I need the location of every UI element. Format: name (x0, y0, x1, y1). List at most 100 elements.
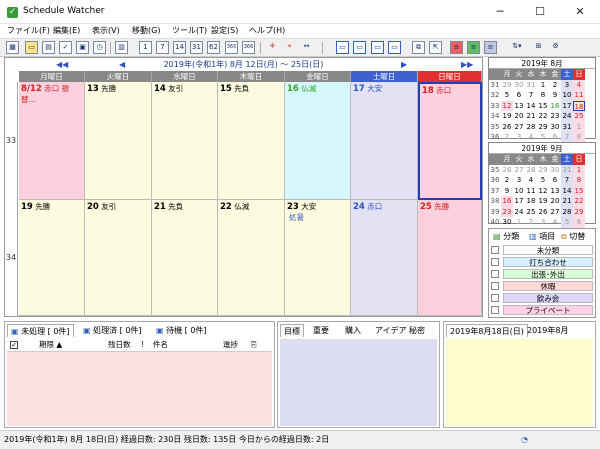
mini-day[interactable]: 31 (525, 80, 537, 91)
gear-icon[interactable]: ⚙ (549, 41, 562, 54)
mini-day[interactable]: 29 (537, 122, 549, 133)
column-deadline[interactable]: 期限 ▲ (39, 339, 62, 351)
mini-day[interactable]: 28 (525, 122, 537, 133)
mini-day[interactable]: 24 (513, 207, 525, 218)
day-cell-0820[interactable]: 20 友引 (85, 200, 152, 316)
day-cell-0813[interactable]: 13 先勝 (85, 82, 152, 200)
mini-day[interactable]: 29 (537, 165, 549, 176)
mini-day[interactable]: 19 (537, 196, 549, 207)
twoweek-14-icon[interactable]: 14 (173, 41, 186, 54)
tab-category[interactable]: ▤ 分類 (493, 231, 519, 242)
day-cell-0819[interactable]: 19 先勝 (19, 200, 85, 316)
day-cell-0816[interactable]: 16 仏滅 (285, 82, 351, 200)
category-item[interactable]: 出張･外出 (491, 269, 593, 279)
mini-day[interactable]: 10 (513, 186, 525, 197)
mini-day[interactable]: 4 (573, 79, 585, 90)
mini-day[interactable]: 18 (525, 196, 537, 207)
maximize-button[interactable]: ☐ (520, 0, 560, 24)
tab-purchase[interactable]: 購入 (342, 324, 364, 337)
category-item[interactable]: 打ち合わせ (491, 257, 593, 267)
category-checkbox[interactable] (491, 258, 499, 266)
mini-day[interactable]: 3 (561, 79, 573, 90)
mini-day[interactable]: 27 (513, 122, 525, 133)
tab-todo-done[interactable]: ▣ 処理済 [ 0件] (80, 324, 145, 337)
mini-day[interactable]: 9 (549, 90, 561, 101)
tab-important[interactable]: 重要 (310, 324, 332, 337)
tab-month-note[interactable]: 2019年8月 (524, 324, 571, 337)
menu-help[interactable]: ヘルプ(H) (249, 25, 285, 36)
mini-day[interactable]: 26 (501, 165, 513, 176)
tab-secret[interactable]: 秘密 (406, 324, 428, 337)
layout2-icon[interactable]: ▭ (353, 41, 366, 54)
menu-tools[interactable]: ツール(T) (172, 25, 207, 36)
mini-day[interactable]: 6 (573, 217, 585, 228)
tab-item[interactable]: ▥ 項目 (529, 231, 555, 242)
folder-icon[interactable]: ▭ (25, 41, 38, 54)
prev-page-icon[interactable]: ◀◀ (56, 58, 68, 71)
mini-day[interactable]: 12 (537, 186, 549, 197)
category-item[interactable]: プライベート (491, 305, 593, 315)
category-checkbox[interactable] (491, 306, 499, 314)
tab-idea[interactable]: アイデア (372, 324, 410, 337)
day-note-text-area[interactable] (446, 339, 593, 426)
mini-day[interactable]: 6 (549, 175, 561, 186)
mini-calendar-title[interactable]: 2019年 9月 (489, 143, 595, 154)
mini-day[interactable]: 15 (537, 101, 549, 112)
mini-day[interactable]: 2 (525, 217, 537, 228)
mini-day[interactable]: 11 (573, 90, 585, 101)
mini-day[interactable]: 20 (513, 111, 525, 122)
config-icon[interactable]: ⊞ (532, 41, 545, 54)
category-item[interactable]: 未分類 (491, 245, 593, 255)
mini-day[interactable]: 28 (561, 206, 573, 217)
check-icon[interactable]: ✓ (59, 41, 72, 54)
grid-icon[interactable]: ▦ (6, 41, 19, 54)
todo-list[interactable] (7, 352, 272, 426)
column-subject[interactable]: 件名 (153, 339, 168, 351)
mini-day[interactable]: 27 (549, 207, 561, 218)
mini-day[interactable]: 29 (501, 80, 513, 91)
mini-day[interactable]: 5 (501, 90, 513, 101)
mini-day[interactable]: 4 (525, 132, 537, 143)
menu-file[interactable]: ファイル(F) (7, 25, 50, 36)
mini-day[interactable]: 12 (501, 100, 513, 111)
tab-todo-pending[interactable]: ▣ 未処理 [ 0件] (7, 324, 74, 337)
mini-day[interactable]: 5 (561, 217, 573, 228)
layout4-icon[interactable]: ▭ (388, 41, 401, 54)
category-checkbox[interactable] (491, 246, 499, 254)
split-icon[interactable]: ⁜ (266, 41, 279, 54)
memo-text-area[interactable] (280, 339, 437, 426)
mini-day[interactable]: 15 (573, 185, 585, 196)
mini-day[interactable]: 13 (549, 186, 561, 197)
mini-day[interactable]: 27 (513, 165, 525, 176)
sort-icon[interactable]: ⇅▾ (507, 41, 527, 54)
mini-day[interactable]: 26 (501, 122, 513, 133)
close-button[interactable]: ✕ (560, 0, 600, 24)
mini-day[interactable]: 8 (537, 90, 549, 101)
day-cell-0825[interactable]: 25 先勝 (418, 200, 482, 316)
twomonth-62-icon[interactable]: 62 (207, 41, 220, 54)
mini-day[interactable]: 2 (549, 80, 561, 91)
mini-day[interactable]: 22 (537, 111, 549, 122)
tab-goal[interactable]: 目標 (280, 324, 304, 337)
day-cell-0823[interactable]: 23 大安 処暑 (285, 200, 351, 316)
mini-day[interactable]: 1 (513, 217, 525, 228)
category-checkbox[interactable] (491, 294, 499, 302)
mini-day[interactable]: 30 (549, 165, 561, 176)
mini-day[interactable]: 28 (525, 165, 537, 176)
mini-day[interactable]: 17 (561, 100, 573, 111)
mini-day[interactable]: 5 (537, 175, 549, 186)
mini-day[interactable]: 24 (561, 111, 573, 122)
mini-day[interactable]: 21 (525, 111, 537, 122)
clock-icon[interactable]: ◷ (93, 41, 106, 54)
mini-day[interactable]: 3 (513, 175, 525, 186)
screen-icon[interactable]: ▣ (76, 41, 89, 54)
split2-icon[interactable]: ⌖ (283, 41, 296, 54)
mini-day[interactable]: 1 (573, 164, 585, 175)
export-icon[interactable]: ⧉ (412, 41, 425, 54)
mini-day[interactable]: 9 (501, 186, 513, 197)
year-365-icon[interactable]: 365 (225, 41, 238, 54)
select-all-checkbox[interactable]: ✓ (10, 341, 18, 349)
mini-day[interactable]: 20 (549, 196, 561, 207)
mini-day[interactable]: 16 (501, 196, 513, 207)
mini-day[interactable]: 2 (501, 175, 513, 186)
